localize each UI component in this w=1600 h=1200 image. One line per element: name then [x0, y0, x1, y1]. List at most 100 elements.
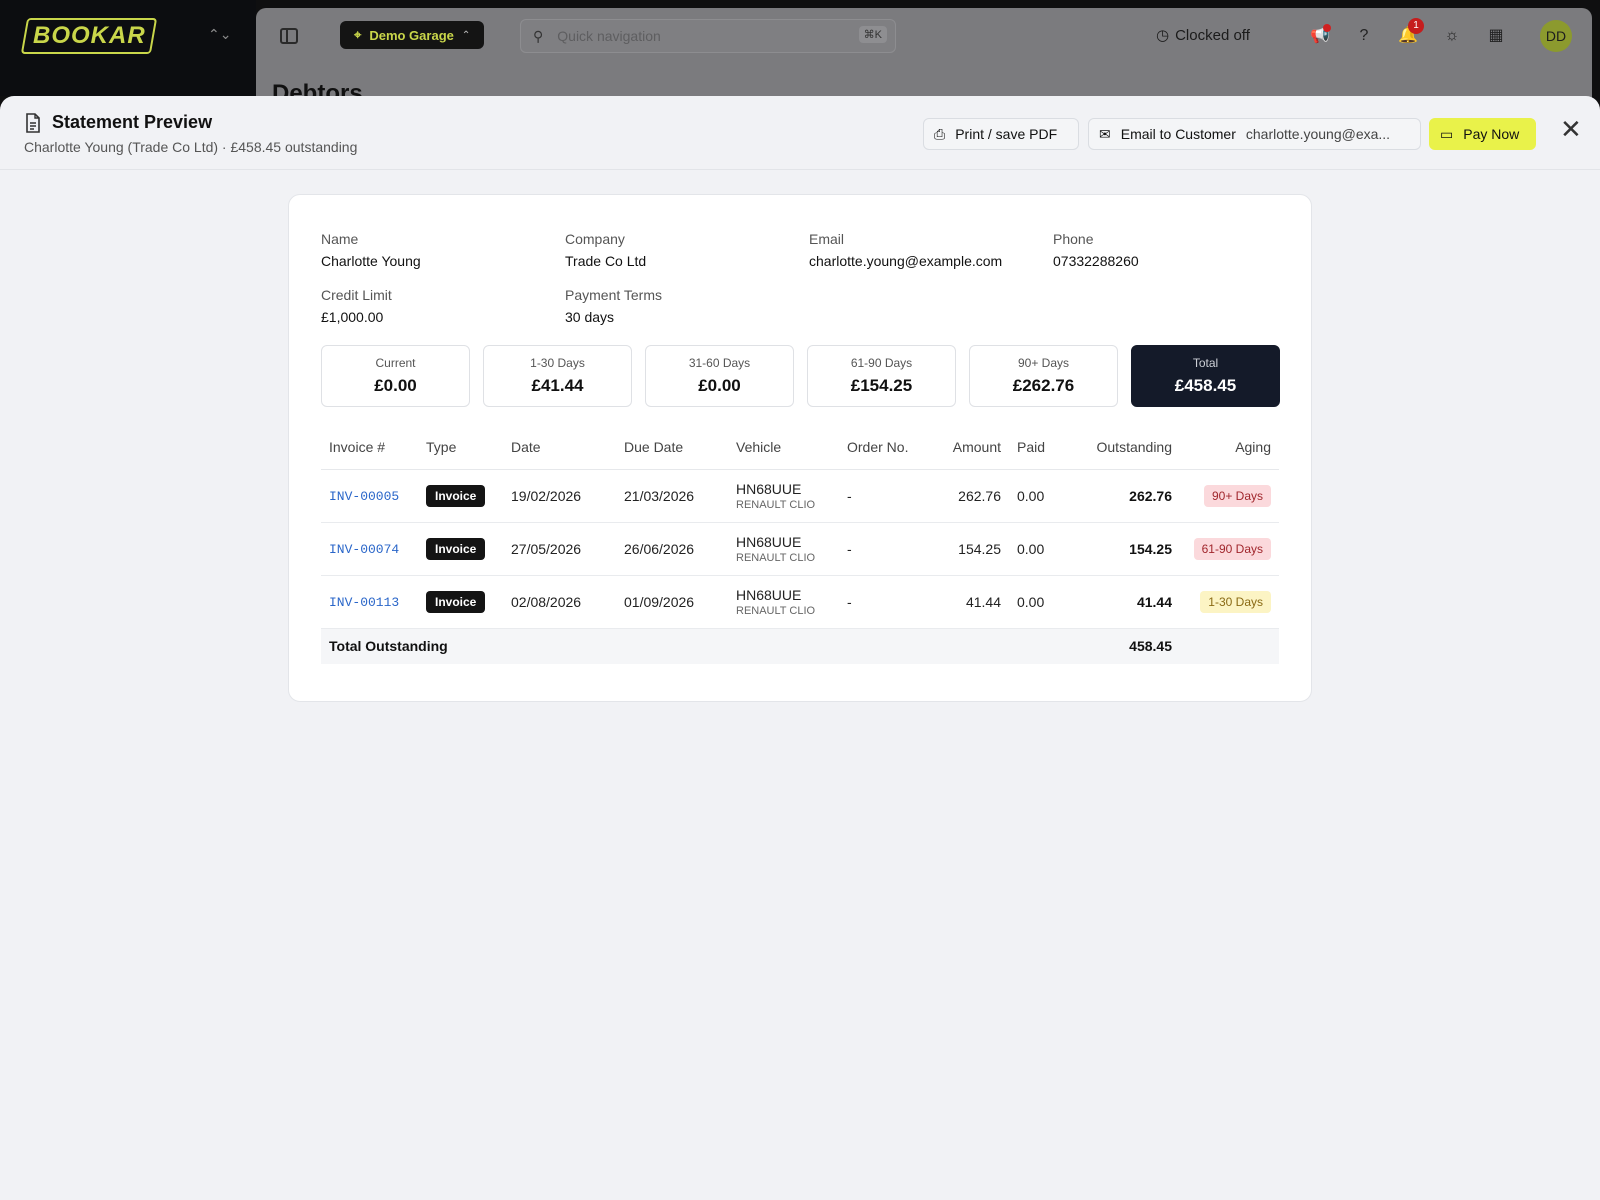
col-aging: Aging [1180, 425, 1279, 470]
garage-selector[interactable]: ⌖ Demo Garage ⌃ [340, 21, 485, 49]
invoice-date: 27/05/2026 [503, 522, 616, 576]
order-no: - [839, 469, 925, 523]
email-address: charlotte.young@exa... [1245, 126, 1391, 142]
customer-company-field: Company Trade Co Ltd [565, 231, 647, 269]
col-invoice: Invoice # [321, 425, 418, 470]
total-outstanding-label: Total Outstanding [321, 628, 1067, 664]
invoice-link[interactable]: INV-00005 [329, 489, 399, 504]
invoice-amount: 262.76 [925, 469, 1009, 523]
bookar-logo[interactable]: BOOKAR [20, 18, 158, 54]
clock-status[interactable]: ◷ Clocked off [1156, 26, 1250, 45]
vehicle-model: RENAULT CLIO [736, 498, 816, 511]
table-header-row: Invoice # Type Date Due Date Vehicle Ord… [321, 425, 1279, 470]
invoice-outstanding: 41.44 [1067, 575, 1180, 629]
aging-badge: 90+ Days [1203, 484, 1271, 507]
aging-total: Total £458.45 [1131, 345, 1280, 407]
unread-dot [1323, 24, 1331, 32]
search-icon: ⚲ [533, 27, 544, 44]
invoice-amount: 41.44 [925, 575, 1009, 629]
aging-current: Current £0.00 [321, 345, 470, 407]
vehicle-reg: HN68UUE [736, 586, 802, 603]
bell-icon[interactable]: 🔔 1 [1398, 18, 1424, 46]
col-amount: Amount [925, 425, 1009, 470]
customer-phone-field: Phone 07332288260 [1053, 231, 1139, 269]
vehicle-model: RENAULT CLIO [736, 604, 816, 617]
invoice-due-date: 26/06/2026 [616, 522, 728, 576]
calendar-icon[interactable]: ▦ [1486, 26, 1506, 46]
invoice-paid: 0.00 [1009, 522, 1067, 576]
col-vehicle: Vehicle [728, 425, 839, 470]
aging-badge: 1-30 Days [1200, 590, 1271, 613]
invoice-due-date: 21/03/2026 [616, 469, 728, 523]
vehicle-reg: HN68UUE [736, 533, 802, 550]
invoice-date: 02/08/2026 [503, 575, 616, 629]
customer-name-field: Name Charlotte Young [321, 231, 421, 269]
invoice-outstanding: 262.76 [1067, 469, 1180, 523]
vehicle-model: RENAULT CLIO [736, 551, 816, 564]
invoice-due-date: 01/09/2026 [616, 575, 728, 629]
col-type: Type [418, 425, 503, 470]
clock-icon: ◷ [1156, 27, 1170, 44]
order-no: - [839, 575, 925, 629]
sheet-header: Statement Preview Charlotte Young (Trade… [0, 96, 1600, 170]
quick-navigation-input[interactable]: ⚲ Quick navigation ⌘K [520, 19, 896, 53]
type-badge: Invoice [426, 590, 486, 613]
aging-90-plus: 90+ Days £262.76 [969, 345, 1118, 407]
invoice-table: Invoice # Type Date Due Date Vehicle Ord… [321, 425, 1279, 664]
sun-icon[interactable]: ☼ [1442, 26, 1462, 46]
mail-icon: ✉ [1099, 125, 1111, 142]
app-sidebar: BOOKAR ⌃⌄ [0, 0, 256, 96]
vehicle-reg: HN68UUE [736, 480, 802, 497]
total-outstanding-value: 458.45 [1067, 628, 1180, 664]
sidebar-toggle-icon[interactable] [280, 28, 298, 44]
col-paid: Paid [1009, 425, 1067, 470]
aging-badge: 61-90 Days [1193, 537, 1271, 560]
type-badge: Invoice [426, 484, 486, 507]
invoice-link[interactable]: INV-00074 [329, 542, 399, 557]
notification-badge: 1 [1408, 18, 1424, 34]
megaphone-icon[interactable]: 📢 [1310, 24, 1331, 46]
print-pdf-button[interactable]: ⎙ Print / save PDF [923, 118, 1079, 150]
aging-1-30: 1-30 Days £41.44 [483, 345, 632, 407]
pay-now-button[interactable]: ▭ Pay Now [1429, 118, 1536, 150]
chevron-icon: ⌃ [461, 29, 471, 41]
vehicle-cell: HN68UUE RENAULT CLIO [728, 522, 839, 576]
vehicle-cell: HN68UUE RENAULT CLIO [728, 469, 839, 523]
sheet-subtitle: Charlotte Young (Trade Co Ltd) · £458.45… [24, 139, 358, 155]
table-row[interactable]: INV-00074 Invoice 27/05/2026 26/06/2026 … [321, 522, 1279, 576]
map-pin-icon: ⌖ [354, 27, 362, 42]
help-icon[interactable]: ? [1354, 26, 1374, 46]
col-outstanding: Outstanding [1067, 425, 1180, 470]
invoice-amount: 154.25 [925, 522, 1009, 576]
invoice-date: 19/02/2026 [503, 469, 616, 523]
credit-limit-field: Credit Limit £1,000.00 [321, 287, 392, 325]
avatar[interactable]: DD [1540, 20, 1572, 52]
invoice-paid: 0.00 [1009, 575, 1067, 629]
total-outstanding-row: Total Outstanding 458.45 [321, 628, 1279, 664]
email-customer-button[interactable]: ✉ Email to Customer charlotte.young@exa.… [1088, 118, 1421, 150]
app-topbar: ⌖ Demo Garage ⌃ ⚲ Quick navigation ⌘K ◷ … [256, 8, 1592, 108]
payment-terms-field: Payment Terms 30 days [565, 287, 662, 325]
col-order-no: Order No. [839, 425, 925, 470]
statement-card: Name Charlotte Young Company Trade Co Lt… [288, 194, 1312, 702]
statement-preview-sheet: Statement Preview Charlotte Young (Trade… [0, 96, 1600, 1200]
col-due-date: Due Date [616, 425, 728, 470]
customer-email-field: Email charlotte.young@example.com [809, 231, 1003, 269]
invoice-link[interactable]: INV-00113 [329, 595, 399, 610]
table-row[interactable]: INV-00113 Invoice 02/08/2026 01/09/2026 … [321, 575, 1279, 629]
col-date: Date [503, 425, 616, 470]
aging-61-90: 61-90 Days £154.25 [807, 345, 956, 407]
table-row[interactable]: INV-00005 Invoice 19/02/2026 21/03/2026 … [321, 469, 1279, 523]
shortcut-hint: ⌘K [858, 26, 887, 43]
close-icon[interactable]: ✕ [1560, 116, 1582, 142]
document-icon [26, 113, 40, 133]
org-switch-icon[interactable]: ⌃⌄ [208, 26, 231, 43]
aging-31-60: 31-60 Days £0.00 [645, 345, 794, 407]
vehicle-cell: HN68UUE RENAULT CLIO [728, 575, 839, 629]
invoice-outstanding: 154.25 [1067, 522, 1180, 576]
sheet-title: Statement Preview [52, 112, 213, 132]
order-no: - [839, 522, 925, 576]
credit-card-icon: ▭ [1440, 125, 1454, 142]
invoice-paid: 0.00 [1009, 469, 1067, 523]
type-badge: Invoice [426, 537, 486, 560]
